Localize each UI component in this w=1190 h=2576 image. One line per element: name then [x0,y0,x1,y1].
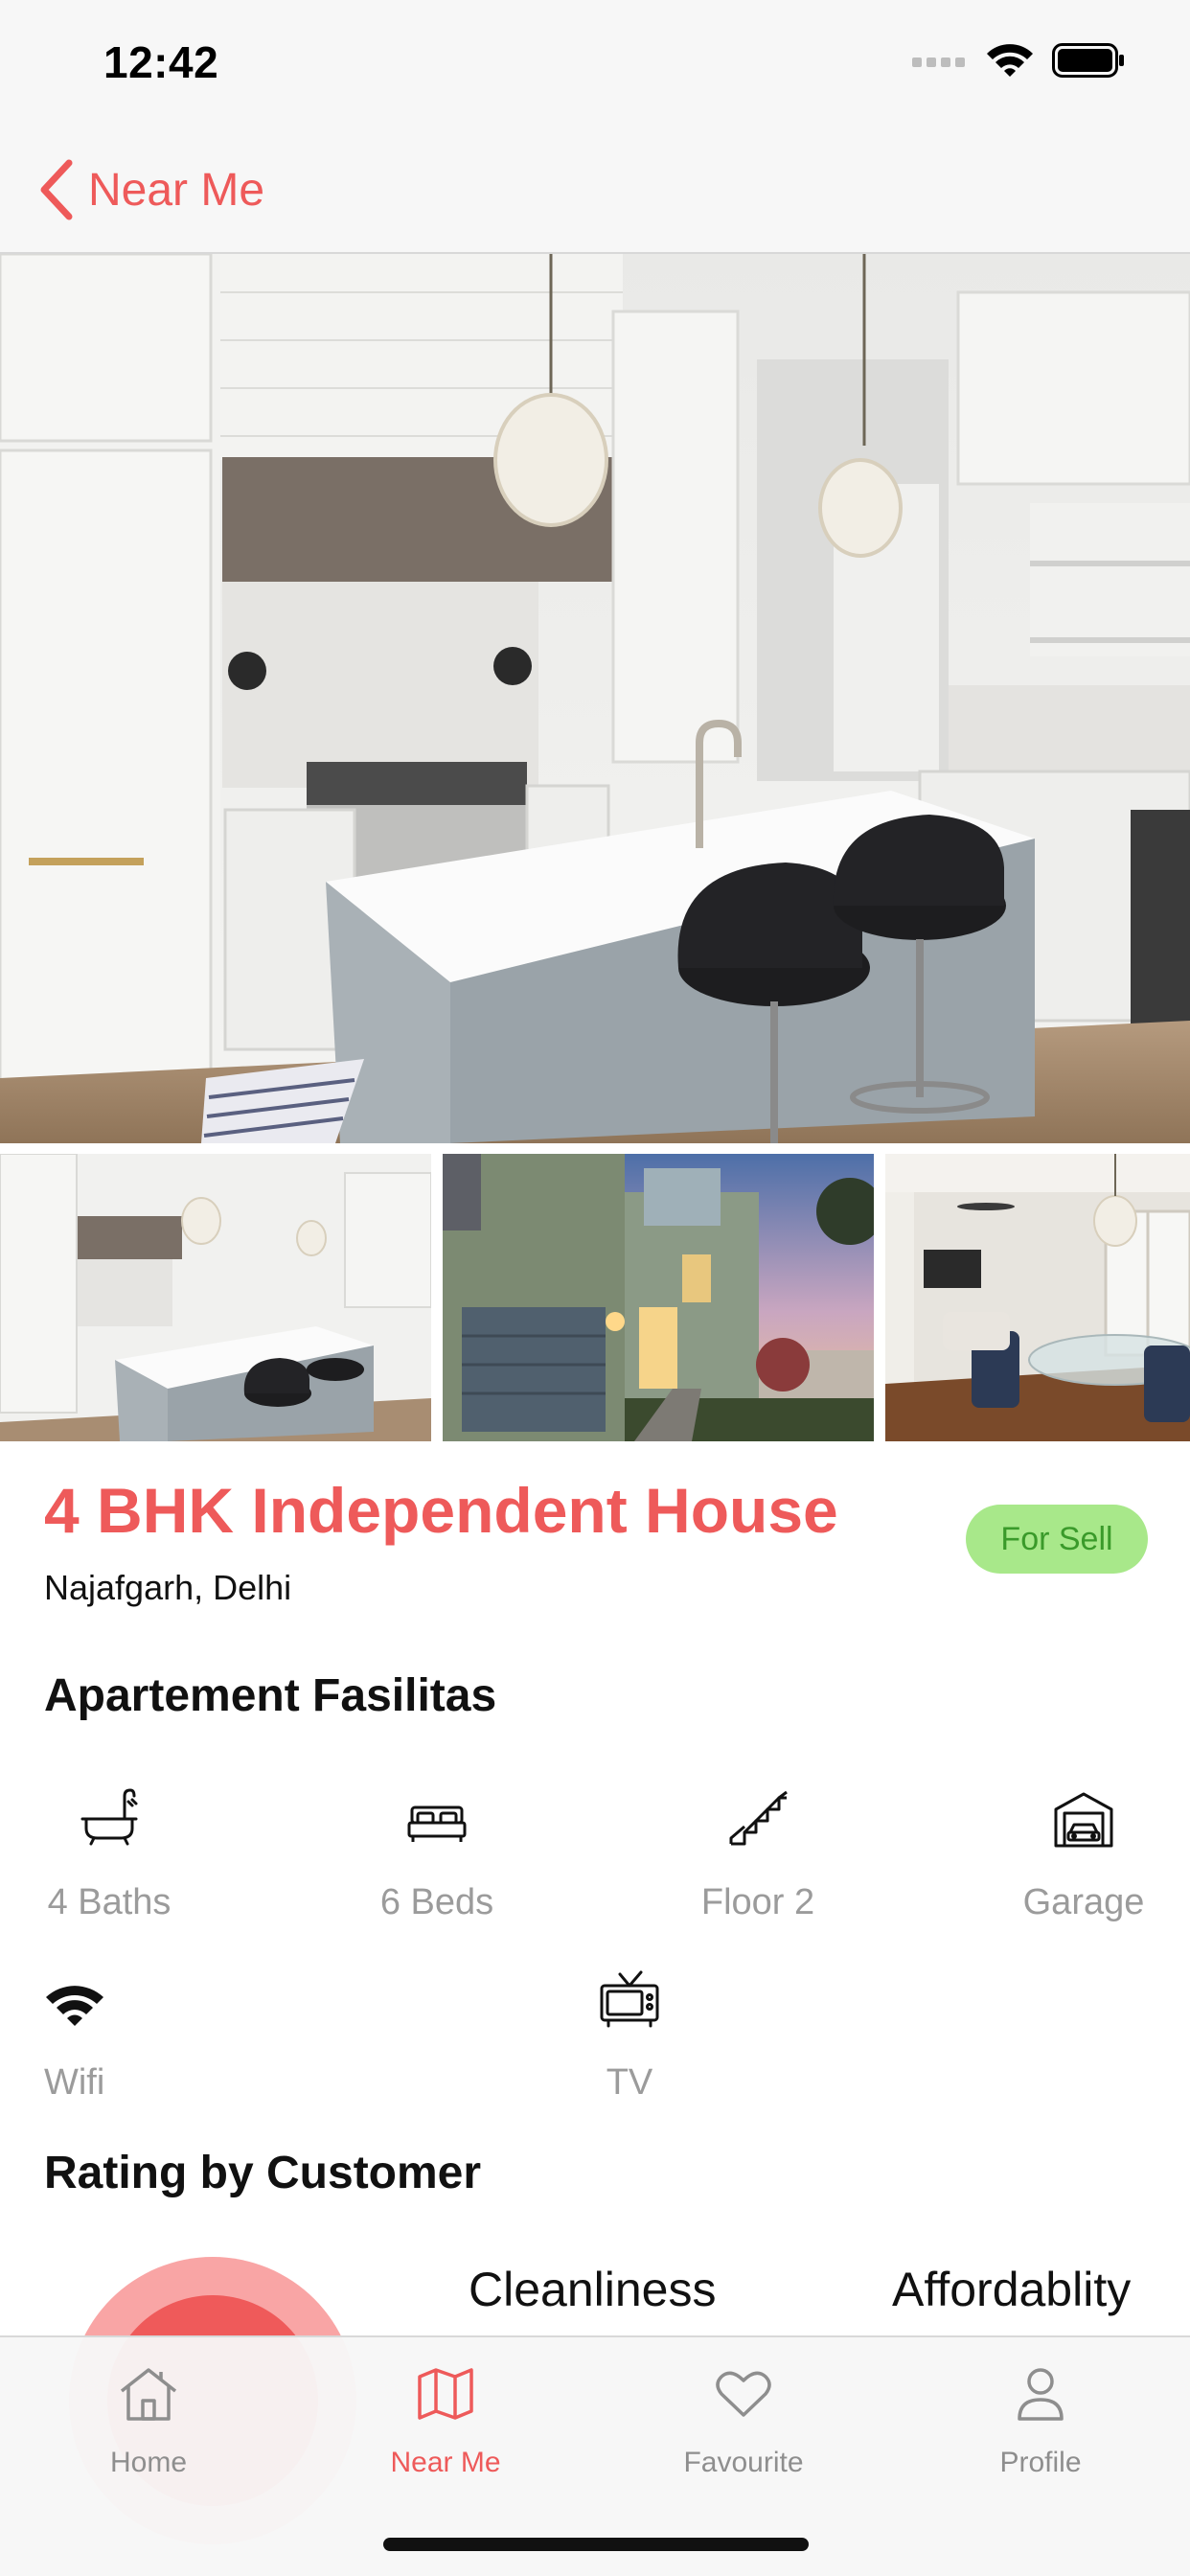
tab-label: Favourite [683,2447,804,2478]
navigation-bar: Near Me [0,125,1190,254]
facilities-section-title: Apartement Fasilitas [44,1670,497,1721]
home-indicator[interactable] [383,2538,809,2551]
facility-baths: 4 Baths [4,1781,215,1923]
facility-label: 4 Baths [47,1882,172,1922]
rating-header-cleanliness: Cleanliness [469,2263,717,2316]
facility-label: 6 Beds [379,1882,494,1922]
map-icon [418,2368,473,2420]
photo-thumbnail-kitchen[interactable] [0,1154,431,1441]
back-button[interactable]: Near Me [36,159,264,220]
tv-icon [600,1970,659,2028]
bathtub-icon [80,1788,138,1846]
facility-label: TV [606,2062,653,2103]
property-main-photo[interactable] [0,254,1190,1143]
exterior-thumbnail-image [443,1154,874,1441]
facility-beds: 6 Beds [332,1781,542,1923]
stairs-icon [729,1790,788,1846]
tab-label: Near Me [390,2447,501,2478]
facility-label: Floor 2 [700,1882,815,1922]
kitchen-thumbnail-image [0,1154,431,1441]
property-title: 4 BHK Independent House [44,1475,838,1546]
facility-label: Garage [1022,1882,1145,1922]
photo-thumbnail-exterior[interactable] [443,1154,874,1441]
tab-home[interactable]: Home [34,2360,263,2479]
person-icon [1018,2368,1064,2421]
heart-icon [716,2371,771,2417]
status-icons [912,42,1125,79]
kitchen-photo [0,254,1190,1143]
tab-near-me[interactable]: Near Me [331,2360,561,2479]
status-time: 12:42 [103,37,219,87]
tab-label: Profile [999,2447,1082,2478]
wifi-status-icon [987,44,1033,77]
home-icon [120,2368,177,2421]
status-bar: 12:42 [0,0,1190,125]
facility-label: Wifi [44,2062,105,2103]
bed-icon [407,1806,467,1842]
facility-floor: Floor 2 [652,1781,863,1923]
tab-profile[interactable]: Profile [926,2360,1156,2479]
garage-icon [1054,1792,1113,1848]
chevron-left-icon [40,159,73,220]
listing-status-badge: For Sell [966,1505,1148,1574]
wifi-icon [46,1986,103,2026]
rating-header-affordability: Affordablity [892,2263,1132,2316]
back-button-label: Near Me [88,164,265,216]
facility-tv: TV [524,1961,735,2104]
photo-thumbnail-strip [0,1154,1190,1441]
dining-thumbnail-image [885,1154,1190,1441]
property-location: Najafgarh, Delhi [44,1568,292,1607]
tab-label: Home [109,2447,188,2478]
facility-garage: Garage [978,1781,1189,1923]
cellular-signal-icon [912,58,965,67]
tab-favourite[interactable]: Favourite [629,2360,858,2479]
photo-thumbnail-dining[interactable] [885,1154,1190,1441]
rating-section-title: Rating by Customer [44,2148,482,2198]
facility-wifi: Wifi [44,1961,111,2104]
battery-icon [1052,43,1124,78]
